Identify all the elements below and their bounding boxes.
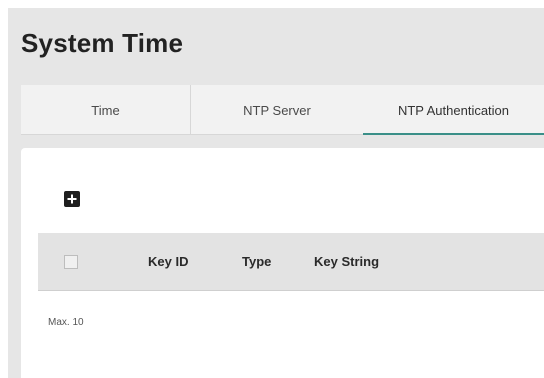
select-all-checkbox[interactable]: [64, 255, 78, 269]
tab-divider: [21, 134, 363, 135]
add-button[interactable]: [64, 191, 80, 207]
tab-ntp-authentication[interactable]: NTP Authentication: [363, 85, 544, 135]
page-title: System Time: [21, 28, 184, 58]
max-entries-label: Max. 10: [48, 317, 84, 328]
column-header-key-string[interactable]: Key String: [314, 233, 379, 290]
tab-ntp-server[interactable]: NTP Server: [191, 85, 363, 135]
tab-bar: Time NTP Server NTP Authentication: [21, 85, 544, 135]
column-header-type[interactable]: Type: [242, 233, 271, 290]
plus-icon: [67, 194, 77, 204]
column-header-key-id[interactable]: Key ID: [148, 233, 188, 290]
tab-time[interactable]: Time: [21, 85, 191, 135]
table-header: Key ID Type Key String: [38, 233, 544, 291]
